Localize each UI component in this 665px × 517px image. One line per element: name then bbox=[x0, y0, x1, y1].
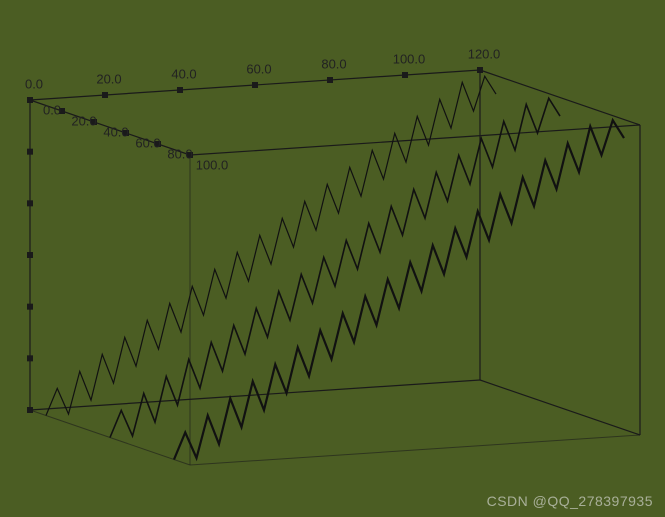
tick-label: 120.0 bbox=[468, 47, 501, 62]
tick-label: 0.0 bbox=[25, 77, 43, 92]
tick-label: 60.0 bbox=[246, 62, 271, 77]
tick-label: 80.0 bbox=[167, 147, 192, 162]
tick-label: 100.0 bbox=[196, 158, 229, 173]
tick-label: 20.0 bbox=[96, 72, 121, 87]
tick-label: 40.0 bbox=[103, 125, 128, 140]
tick-label: 20.0 bbox=[71, 114, 96, 129]
tick-label: 0.0 bbox=[43, 103, 61, 118]
plot-stage: 0.0 20.0 40.0 60.0 80.0 100.0 120.0 0.0 20.0 40.0… bbox=[0, 0, 665, 517]
tick-label: 60.0 bbox=[135, 136, 160, 151]
tick-label: 80.0 bbox=[321, 57, 346, 72]
tick-label: 40.0 bbox=[171, 67, 196, 82]
watermark-text: CSDN @QQ_278397935 bbox=[487, 493, 653, 509]
tick-label: 100.0 bbox=[393, 52, 426, 67]
